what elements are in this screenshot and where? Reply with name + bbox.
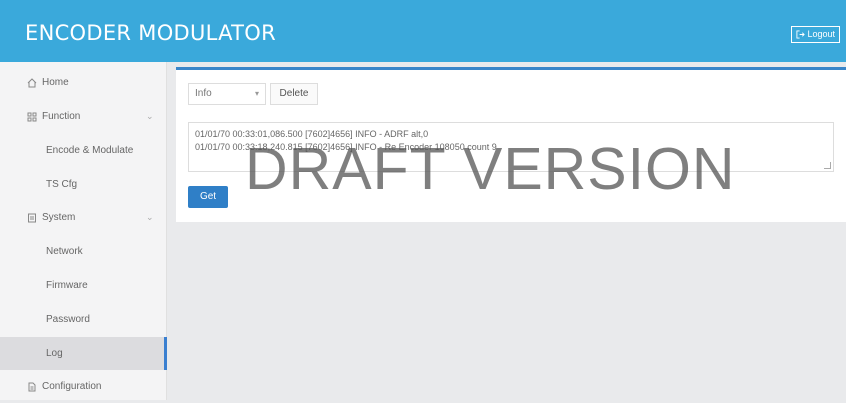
sidebar-item-firmware[interactable]: Firmware [0, 269, 166, 302]
sidebar-item-system[interactable]: System ⌄ [0, 201, 166, 234]
sidebar-item-label: Configuration [42, 381, 102, 392]
sidebar-item-function[interactable]: Function ⌄ [0, 100, 166, 133]
sidebar-item-label: Firmware [46, 280, 88, 291]
sidebar-item-encode-modulate[interactable]: Encode & Modulate [0, 134, 166, 167]
app-title: ENCODER MODULATOR [25, 21, 277, 45]
sidebar-item-home[interactable]: Home [0, 66, 166, 99]
chevron-down-icon: ⌄ [146, 111, 154, 121]
logout-button[interactable]: Logout [791, 26, 840, 43]
sidebar-item-ts-cfg[interactable]: TS Cfg [0, 168, 166, 201]
top-header: ENCODER MODULATOR Logout [0, 0, 846, 62]
chevron-down-icon: ⌄ [146, 212, 154, 222]
get-button[interactable]: Get [188, 186, 228, 208]
log-panel: Info ▾ Delete 01/01/70 00:33:01,086.500 … [176, 67, 846, 222]
logout-icon [796, 30, 806, 39]
chevron-down-icon: ▾ [254, 89, 259, 98]
log-line: 01/01/70 00:33:01,086.500 [7602]4656] IN… [195, 129, 429, 139]
grid-icon [26, 111, 38, 123]
active-indicator [164, 337, 167, 370]
sidebar-item-label: Home [42, 77, 69, 88]
sidebar-item-log[interactable]: Log [0, 337, 167, 370]
sidebar-item-password[interactable]: Password [0, 303, 166, 336]
log-level-value: Info [195, 88, 212, 99]
logout-label: Logout [807, 29, 835, 39]
log-level-select[interactable]: Info ▾ [188, 83, 266, 105]
resize-handle[interactable] [824, 162, 831, 169]
sidebar-item-label: Password [46, 314, 90, 325]
document-icon [26, 381, 38, 393]
sidebar-item-label: TS Cfg [46, 179, 78, 190]
delete-button[interactable]: Delete [270, 83, 318, 105]
sidebar-item-label: Network [46, 246, 83, 257]
system-icon [26, 212, 38, 224]
log-line: 01/01/70 00:33:18,240.815 [7602]4656] IN… [195, 142, 497, 152]
sidebar-item-label: System [42, 212, 76, 223]
sidebar: Home Function ⌄ Encode & Modulate TS Cfg… [0, 62, 167, 400]
home-icon [26, 77, 38, 89]
sidebar-item-network[interactable]: Network [0, 235, 166, 268]
sidebar-item-label: Log [46, 348, 63, 359]
sidebar-item-label: Encode & Modulate [46, 145, 134, 156]
sidebar-item-label: Function [42, 111, 81, 122]
sidebar-item-configuration[interactable]: Configuration [0, 370, 166, 403]
log-textarea[interactable]: 01/01/70 00:33:01,086.500 [7602]4656] IN… [188, 122, 834, 172]
